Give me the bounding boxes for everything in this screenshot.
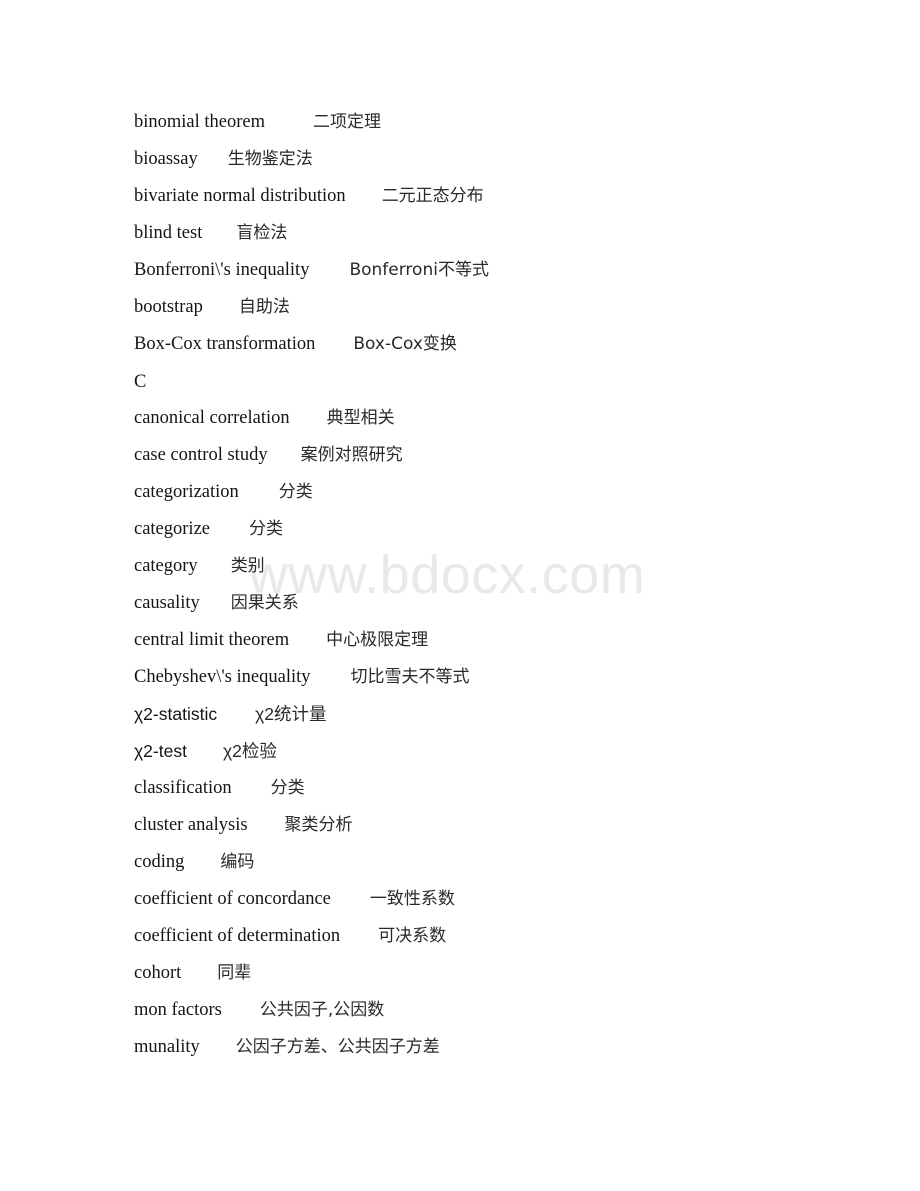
entry-translation: 分类 — [270, 778, 305, 798]
entry-term: causality — [134, 593, 200, 613]
entry-translation: 二项定理 — [313, 112, 382, 132]
entry-term: χ2-test — [134, 741, 187, 761]
section-letter-heading: C — [134, 363, 834, 400]
entry-term: mon factors — [134, 1000, 222, 1020]
entry-translation: χ2检验 — [222, 741, 277, 761]
document-page: binomial theorem 二项定理 bioassay 生物鉴定法 bivaria… — [0, 0, 920, 1191]
entry-term: coefficient of determination — [134, 926, 341, 946]
glossary-entry: χ2-test χ2检验 — [134, 733, 834, 770]
entry-term: central limit theorem — [134, 630, 290, 650]
glossary-entry: Box-Cox transformation Box-Cox变换 — [134, 326, 834, 363]
entry-translation: 同辈 — [217, 963, 252, 983]
entry-term: bioassay — [134, 149, 198, 169]
glossary-entry: canonical correlation 典型相关 — [134, 400, 834, 437]
entry-translation: 可决系数 — [378, 926, 447, 946]
entry-translation: 盲检法 — [236, 223, 288, 243]
entry-term: bootstrap — [134, 297, 203, 317]
glossary-entry: blind test 盲检法 — [134, 215, 834, 252]
entry-translation: 聚类分析 — [284, 815, 353, 835]
glossary-entry: cohort 同辈 — [134, 955, 834, 992]
entry-translation: Box-Cox变换 — [353, 334, 457, 354]
glossary-entry: bivariate normal distribution 二元正态分布 — [134, 178, 834, 215]
entry-term: category — [134, 556, 198, 576]
entry-translation: 案例对照研究 — [300, 445, 403, 465]
entry-translation: 分类 — [278, 482, 313, 502]
entry-term: binomial theorem — [134, 112, 266, 132]
entry-translation: Bonferroni不等式 — [349, 260, 489, 280]
entry-term: categorization — [134, 482, 239, 502]
entry-translation: 生物鉴定法 — [227, 149, 313, 169]
glossary-entry: mon factors 公共因子,公因数 — [134, 992, 834, 1029]
entry-term: Bonferroni\'s inequality — [134, 260, 310, 280]
glossary-entry: central limit theorem 中心极限定理 — [134, 622, 834, 659]
entry-term: Box-Cox transformation — [134, 334, 316, 354]
entry-term: classification — [134, 778, 232, 798]
glossary-entry: Bonferroni\'s inequality Bonferroni不等式 — [134, 252, 834, 289]
entry-translation: 一致性系数 — [369, 889, 455, 909]
entry-term: cluster analysis — [134, 815, 248, 835]
entry-translation: 编码 — [220, 852, 255, 872]
entry-translation: 中心极限定理 — [326, 630, 429, 650]
glossary-entry: causality 因果关系 — [134, 585, 834, 622]
glossary-entry: categorize 分类 — [134, 511, 834, 548]
entry-translation: 典型相关 — [326, 408, 395, 428]
glossary-entry: case control study 案例对照研究 — [134, 437, 834, 474]
glossary-entry: coefficient of determination 可决系数 — [134, 918, 834, 955]
glossary-entry: coefficient of concordance 一致性系数 — [134, 881, 834, 918]
glossary-entry: munality 公因子方差、公共因子方差 — [134, 1029, 834, 1066]
glossary-entry: category 类别 — [134, 548, 834, 585]
entry-term: coding — [134, 852, 185, 872]
entry-translation: 二元正态分布 — [381, 186, 484, 206]
entry-term: bivariate normal distribution — [134, 186, 346, 206]
entry-translation: χ2统计量 — [255, 704, 327, 724]
glossary-entry-list: binomial theorem 二项定理 bioassay 生物鉴定法 bivaria… — [134, 104, 834, 1066]
entry-term: C — [134, 372, 147, 392]
glossary-entry: coding 编码 — [134, 844, 834, 881]
glossary-entry: categorization 分类 — [134, 474, 834, 511]
glossary-entry: classification 分类 — [134, 770, 834, 807]
entry-term: case control study — [134, 445, 268, 465]
glossary-entry: χ2-statistic χ2统计量 — [134, 696, 834, 733]
glossary-entry: cluster analysis 聚类分析 — [134, 807, 834, 844]
glossary-entry: Chebyshev\'s inequality 切比雪夫不等式 — [134, 659, 834, 696]
entry-translation: 自助法 — [238, 297, 290, 317]
entry-translation: 公因子方差、公共因子方差 — [235, 1037, 440, 1057]
entry-term: canonical correlation — [134, 408, 290, 428]
entry-term: blind test — [134, 223, 203, 243]
glossary-entry: bootstrap 自助法 — [134, 289, 834, 326]
entry-translation: 分类 — [249, 519, 283, 539]
glossary-entry: binomial theorem 二项定理 — [134, 104, 834, 141]
entry-term: χ2-statistic — [134, 704, 218, 724]
glossary-entry: bioassay 生物鉴定法 — [134, 141, 834, 178]
entry-translation: 公共因子,公因数 — [259, 1000, 385, 1020]
entry-term: Chebyshev\'s inequality — [134, 667, 311, 687]
entry-term: categorize — [134, 519, 210, 539]
entry-term: cohort — [134, 963, 182, 983]
entry-translation: 因果关系 — [230, 593, 299, 613]
entry-term: munality — [134, 1037, 200, 1057]
entry-translation: 切比雪夫不等式 — [350, 667, 470, 687]
entry-term: coefficient of concordance — [134, 889, 331, 909]
entry-translation: 类别 — [230, 556, 265, 576]
